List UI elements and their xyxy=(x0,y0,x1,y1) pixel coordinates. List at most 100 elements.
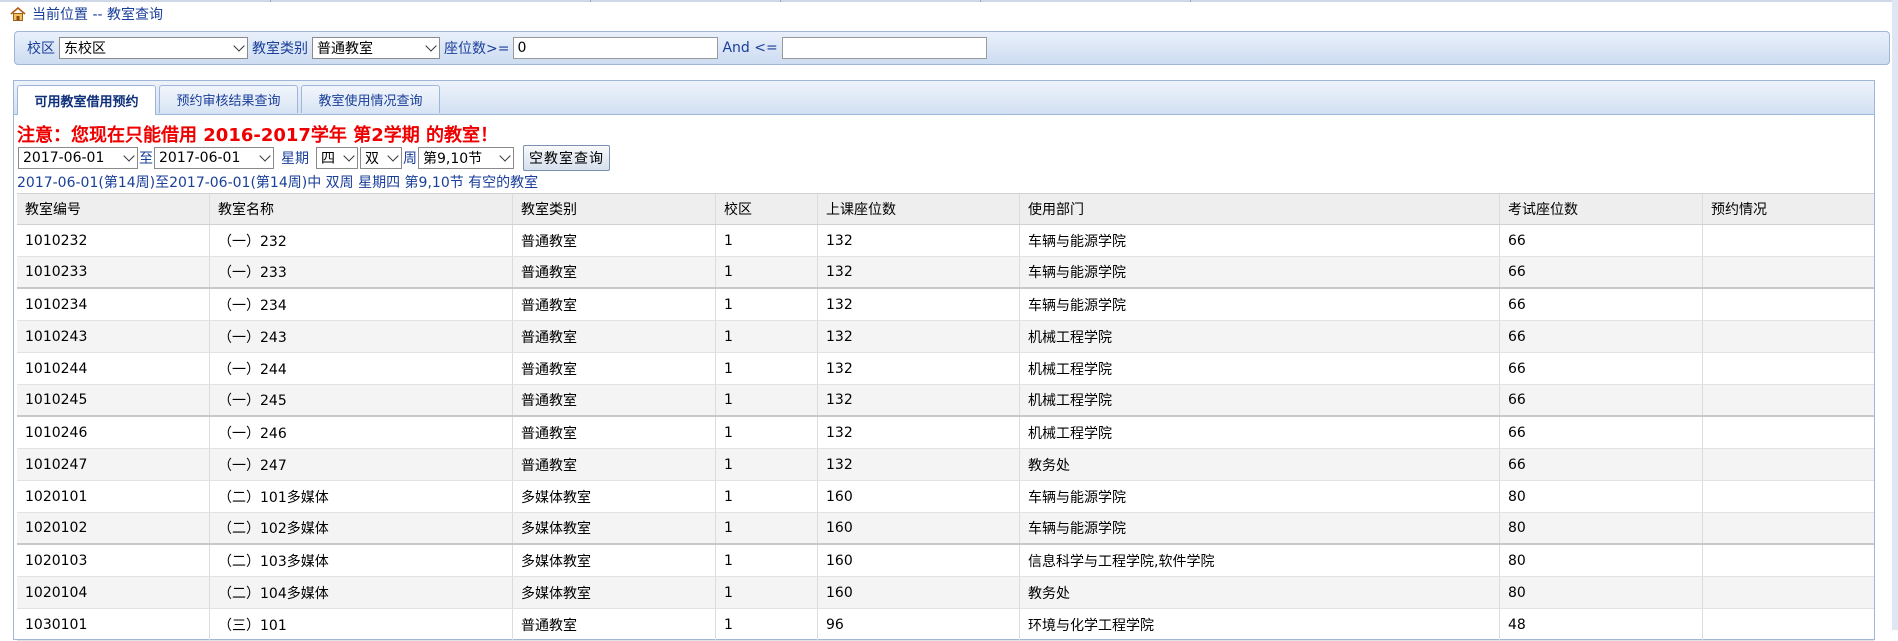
exam-seats-cell: 66 xyxy=(1499,257,1702,287)
campus-cell: 1 xyxy=(715,353,817,384)
class-seats-cell: 132 xyxy=(817,257,1019,287)
room-name-cell: （一）234 xyxy=(209,289,512,320)
booking-status-cell xyxy=(1702,289,1874,320)
chevron-down-icon xyxy=(387,150,399,162)
booking-status-cell xyxy=(1702,577,1874,608)
table-row[interactable]: 1010245 （一）245 普通教室 1 132 机械工程学院 66 xyxy=(17,385,1874,417)
room-type-cell: 普通教室 xyxy=(512,353,715,384)
chevron-down-icon xyxy=(233,40,245,52)
class-seats-cell: 132 xyxy=(817,353,1019,384)
seats-min-input[interactable]: 0 xyxy=(513,37,719,59)
period-select[interactable]: 第9,10节 xyxy=(418,147,514,169)
table-row[interactable]: 1010233 （一）233 普通教室 1 132 车辆与能源学院 66 xyxy=(17,257,1874,289)
class-seats-cell: 160 xyxy=(817,513,1019,543)
week-parity-value: 双 xyxy=(365,151,379,167)
exam-seats-cell: 66 xyxy=(1499,417,1702,448)
date-from-select[interactable]: 2017-06-01 xyxy=(18,147,138,169)
chevron-down-icon xyxy=(123,150,135,162)
table-row[interactable]: 1020101 （二）101多媒体 多媒体教室 1 160 车辆与能源学院 80 xyxy=(17,481,1874,513)
room-type-cell: 普通教室 xyxy=(512,257,715,287)
empty-room-search-button[interactable]: 空教室查询 xyxy=(523,145,610,171)
tab-usage-query[interactable]: 教室使用情况查询 xyxy=(301,85,440,113)
booking-status-cell xyxy=(1702,449,1874,480)
exam-seats-cell: 48 xyxy=(1499,609,1702,640)
table-header-row: 教室编号 教室名称 教室类别 校区 上课座位数 使用部门 考试座位数 预约情况 xyxy=(17,193,1874,225)
query-row: 2017-06-01 至 2017-06-01 星期 四 双 周 第9,10节 … xyxy=(17,145,610,171)
room-type-label: 教室类别 xyxy=(252,41,308,57)
table-row[interactable]: 1030101 （三）101 普通教室 1 96 环境与化学工程学院 48 xyxy=(17,609,1874,641)
home-icon[interactable] xyxy=(10,6,26,21)
weekday-value: 四 xyxy=(321,151,335,167)
tab-review-results[interactable]: 预约审核结果查询 xyxy=(159,85,298,113)
column-header: 使用部门 xyxy=(1019,194,1499,224)
campus-cell: 1 xyxy=(715,609,817,640)
seats-max-input[interactable] xyxy=(781,37,987,59)
booking-status-cell xyxy=(1702,545,1874,576)
notice-text: 注意：您现在只能借用 2016-2017学年 第2学期 的教室！ xyxy=(17,125,498,146)
table-row[interactable]: 1010234 （一）234 普通教室 1 132 车辆与能源学院 66 xyxy=(17,289,1874,321)
room-name-cell: （三）101 xyxy=(209,609,512,640)
weekday-label: 星期 xyxy=(281,151,309,167)
room-id-cell: 1030101 xyxy=(25,616,88,633)
table-row[interactable]: 1010243 （一）243 普通教室 1 132 机械工程学院 66 xyxy=(17,321,1874,353)
week-label: 周 xyxy=(403,151,417,167)
department-cell: 机械工程学院 xyxy=(1019,321,1499,352)
class-seats-cell: 160 xyxy=(817,545,1019,576)
department-cell: 车辆与能源学院 xyxy=(1019,257,1499,287)
weekday-select[interactable]: 四 xyxy=(316,147,358,169)
room-id-cell: 1010245 xyxy=(25,392,88,408)
breadcrumb: 当前位置 -- 教室查询 xyxy=(10,4,163,24)
room-id-cell: 1010246 xyxy=(25,424,88,441)
exam-seats-cell: 66 xyxy=(1499,289,1702,320)
class-seats-cell: 132 xyxy=(817,321,1019,352)
exam-seats-cell: 66 xyxy=(1499,385,1702,415)
room-id-cell: 1020103 xyxy=(25,552,88,569)
campus-cell: 1 xyxy=(715,513,817,543)
exam-seats-cell: 66 xyxy=(1499,225,1702,256)
table-row[interactable]: 1010244 （一）244 普通教室 1 132 机械工程学院 66 xyxy=(17,353,1874,385)
room-type-cell: 多媒体教室 xyxy=(512,545,715,576)
column-header: 教室编号 xyxy=(25,202,81,218)
column-header: 教室类别 xyxy=(512,194,715,224)
room-name-cell: （二）104多媒体 xyxy=(209,577,512,608)
class-seats-cell: 132 xyxy=(817,289,1019,320)
date-to-select[interactable]: 2017-06-01 xyxy=(154,147,274,169)
department-cell: 车辆与能源学院 xyxy=(1019,513,1499,543)
table-row[interactable]: 1010247 （一）247 普通教室 1 132 教务处 66 xyxy=(17,449,1874,481)
to-label: 至 xyxy=(139,151,153,167)
department-cell: 教务处 xyxy=(1019,449,1499,480)
column-header: 预约情况 xyxy=(1702,194,1874,224)
campus-select[interactable]: 东校区 xyxy=(59,37,248,59)
room-id-cell: 1020101 xyxy=(25,488,88,505)
tab-available-booking[interactable]: 可用教室借用预约 xyxy=(17,85,156,115)
campus-cell: 1 xyxy=(715,257,817,287)
room-id-cell: 1010243 xyxy=(25,328,88,345)
scrollbar[interactable] xyxy=(1892,0,1898,630)
exam-seats-cell: 80 xyxy=(1499,481,1702,512)
room-type-cell: 普通教室 xyxy=(512,225,715,256)
exam-seats-cell: 66 xyxy=(1499,449,1702,480)
booking-panel: 可用教室借用预约 预约审核结果查询 教室使用情况查询 注意：您现在只能借用 20… xyxy=(13,80,1875,641)
booking-status-cell xyxy=(1702,417,1874,448)
room-id-cell: 1010232 xyxy=(25,232,88,249)
campus-cell: 1 xyxy=(715,545,817,576)
exam-seats-cell: 66 xyxy=(1499,321,1702,352)
department-cell: 车辆与能源学院 xyxy=(1019,225,1499,256)
room-name-cell: （一）245 xyxy=(209,385,512,415)
room-type-select[interactable]: 普通教室 xyxy=(312,37,440,59)
table-row[interactable]: 1010232 （一）232 普通教室 1 132 车辆与能源学院 66 xyxy=(17,225,1874,257)
table-row[interactable]: 1020102 （二）102多媒体 多媒体教室 1 160 车辆与能源学院 80 xyxy=(17,513,1874,545)
room-name-cell: （一）244 xyxy=(209,353,512,384)
exam-seats-cell: 66 xyxy=(1499,353,1702,384)
column-header: 上课座位数 xyxy=(817,194,1019,224)
table-row[interactable]: 1020103 （二）103多媒体 多媒体教室 1 160 信息科学与工程学院,软件学院 8… xyxy=(17,545,1874,577)
table-row[interactable]: 1010246 （一）246 普通教室 1 132 机械工程学院 66 xyxy=(17,417,1874,449)
campus-cell: 1 xyxy=(715,577,817,608)
tab-bar: 可用教室借用预约 预约审核结果查询 教室使用情况查询 xyxy=(14,81,1874,115)
week-parity-select[interactable]: 双 xyxy=(360,147,402,169)
room-id-cell: 1010233 xyxy=(25,264,88,280)
class-seats-cell: 96 xyxy=(817,609,1019,640)
table-row[interactable]: 1020104 （二）104多媒体 多媒体教室 1 160 教务处 80 xyxy=(17,577,1874,609)
room-name-cell: （一）247 xyxy=(209,449,512,480)
room-name-cell: （一）246 xyxy=(209,417,512,448)
